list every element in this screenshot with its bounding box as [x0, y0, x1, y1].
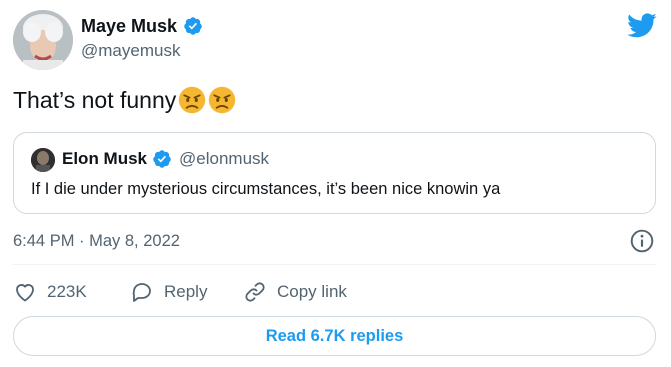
like-button[interactable]: 223K — [13, 280, 130, 304]
link-icon — [245, 282, 265, 302]
read-replies-button[interactable]: Read 6.7K replies — [13, 316, 656, 356]
copy-link-label: Copy link — [277, 282, 347, 301]
verified-badge-icon — [184, 17, 202, 35]
angry-face-emoji — [179, 86, 206, 114]
quoted-handle[interactable]: @elonmusk — [179, 149, 269, 169]
author-avatar-image — [13, 10, 73, 70]
tweet-text-content: That’s not funny — [13, 86, 177, 113]
quoted-tweet-text: If I die under mysterious circumstances,… — [31, 180, 501, 198]
author-name-row: Maye Musk — [81, 14, 203, 38]
tweet-actions: 223K Reply Copy link — [13, 277, 347, 307]
author-handle[interactable]: @mayemusk — [81, 41, 180, 61]
author-avatar[interactable] — [13, 10, 73, 70]
quoted-author-avatar-image — [31, 148, 55, 172]
author-display-name[interactable]: Maye Musk — [81, 16, 177, 37]
divider — [13, 264, 656, 265]
info-icon[interactable] — [629, 228, 655, 254]
tweet-timestamp[interactable]: 6:44 PM · May 8, 2022 — [13, 232, 180, 251]
heart-icon — [16, 284, 34, 302]
reply-label: Reply — [164, 282, 208, 301]
quoted-tweet[interactable]: Elon Musk @elonmusk If I die under myste… — [13, 132, 656, 214]
tweet-text: That’s not funny — [13, 86, 236, 114]
copy-link-button[interactable]: Copy link — [243, 280, 347, 304]
reply-button[interactable]: Reply — [130, 280, 243, 304]
speech-bubble-icon — [132, 283, 151, 302]
read-replies-label: Read 6.7K replies — [265, 326, 404, 345]
like-count: 223K — [47, 282, 87, 301]
angry-face-emoji — [209, 86, 236, 114]
verified-badge-icon — [153, 150, 171, 168]
quoted-name-row: Elon Musk @elonmusk — [62, 149, 269, 169]
quoted-author-avatar[interactable] — [31, 148, 55, 172]
quoted-display-name[interactable]: Elon Musk — [62, 149, 147, 169]
twitter-bird-icon[interactable] — [627, 12, 657, 38]
